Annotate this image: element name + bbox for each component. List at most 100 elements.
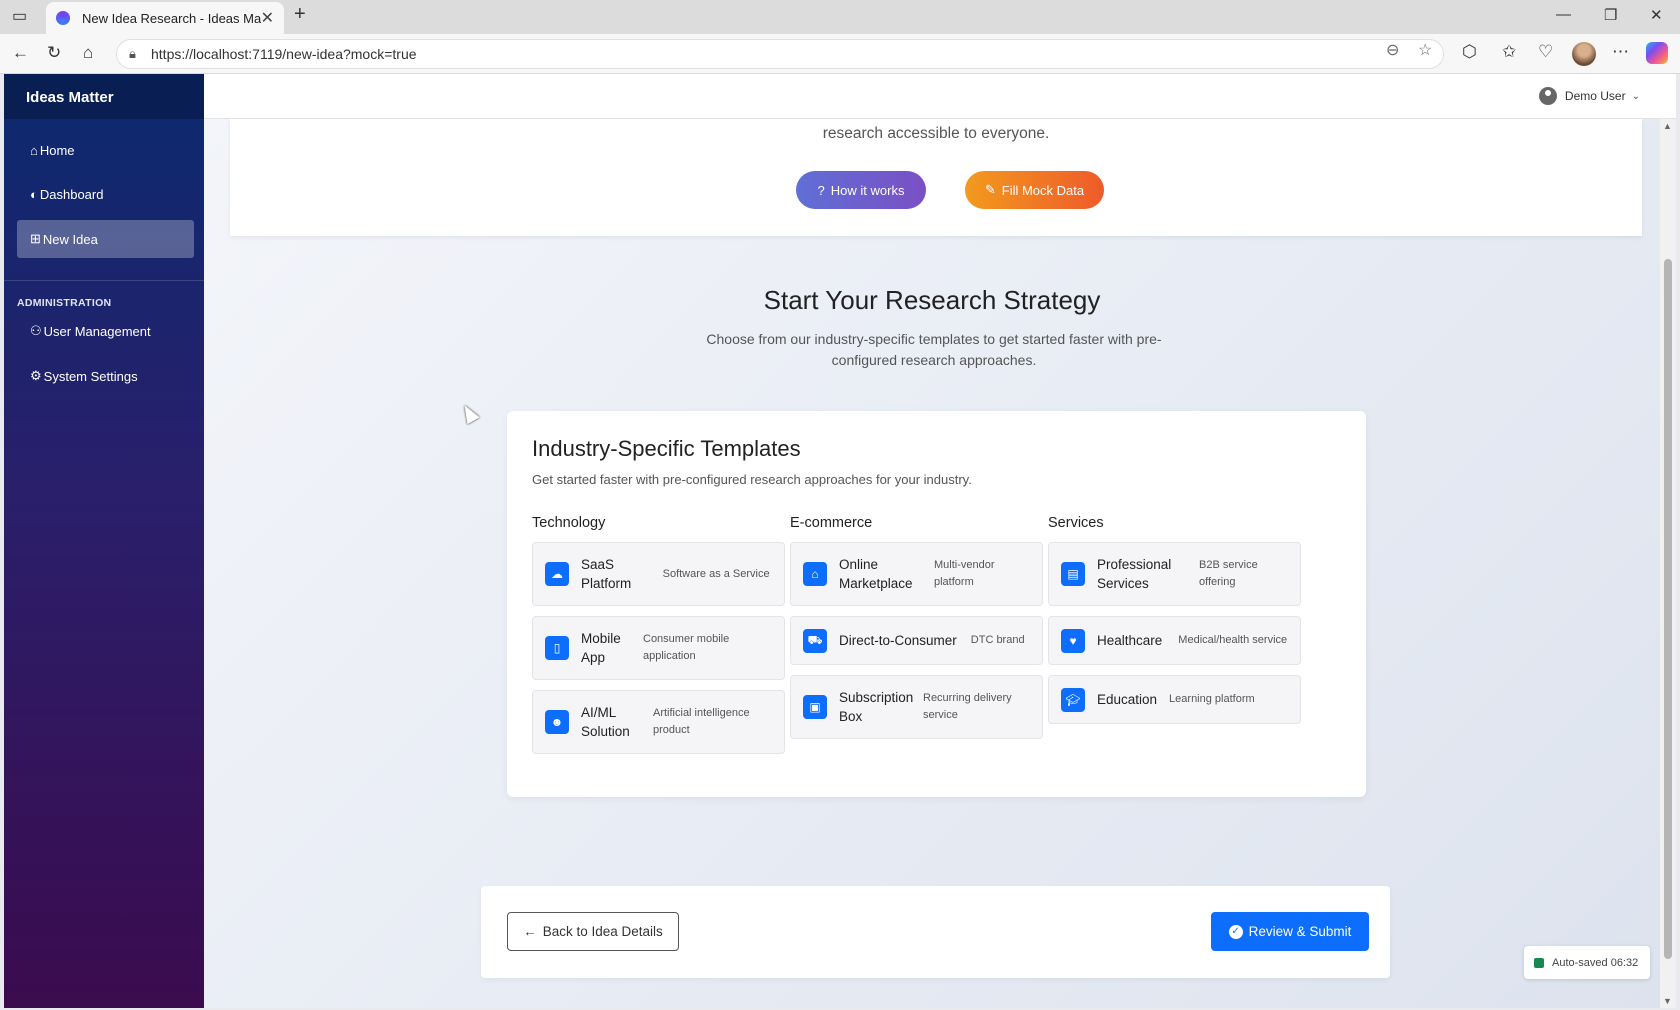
refresh-icon[interactable]: ↻: [47, 43, 61, 63]
template-column-ecommerce: E-commerce ⌂ Online Marketplace Multi-ve…: [790, 515, 1043, 739]
template-direct-to-consumer[interactable]: ⛟ Direct-to-Consumer DTC brand: [790, 616, 1043, 665]
sidebar-item-new-idea[interactable]: ⊞ New Idea: [17, 220, 194, 258]
template-desc: Software as a Service: [662, 567, 770, 580]
how-it-works-label: How it works: [830, 182, 905, 198]
template-ai-ml-solution[interactable]: ☻ AI/ML Solution Artificial intelligence…: [532, 690, 785, 754]
template-name: Mobile App: [581, 631, 621, 665]
store-icon: ⌂: [803, 562, 827, 586]
pencil-icon: ✎: [984, 182, 996, 197]
scroll-down-icon[interactable]: ▼: [1663, 996, 1672, 1006]
plus-square-icon: ⊞: [30, 231, 41, 246]
template-desc: Learning platform: [1169, 693, 1255, 705]
autosave-text: Auto-saved 06:32: [1552, 956, 1639, 969]
graduation-cap-icon: 🎓︎: [1061, 687, 1085, 712]
copilot-icon[interactable]: [1646, 42, 1668, 64]
new-tab-icon[interactable]: +: [294, 3, 306, 26]
column-title: E-commerce: [790, 515, 873, 531]
robot-icon: ☻: [545, 710, 569, 734]
column-title: Services: [1048, 515, 1104, 531]
sidebar-item-label: System Settings: [43, 368, 138, 384]
templates-title: Industry-Specific Templates: [532, 436, 801, 461]
fill-mock-data-label: Fill Mock Data: [1001, 182, 1085, 198]
autosave-indicator: Auto-saved 06:32: [1524, 946, 1650, 979]
template-subscription-box[interactable]: ▣ Subscription Box Recurring delivery se…: [790, 675, 1043, 739]
page-scrollbar[interactable]: ▲ ▼: [1660, 119, 1676, 1008]
users-icon: ⚇: [30, 323, 42, 338]
template-name: SaaS Platform: [581, 557, 632, 591]
question-circle-icon: ?: [817, 182, 825, 198]
favorites-icon[interactable]: ✩: [1502, 42, 1516, 62]
template-saas-platform[interactable]: ☁ SaaS Platform Software as a Service: [532, 542, 785, 606]
brand-title[interactable]: Ideas Matter: [4, 74, 204, 119]
zoom-icon[interactable]: ⊖: [1386, 40, 1399, 60]
template-name: Subscription Box: [839, 690, 914, 724]
sidebar-item-label: Dashboard: [39, 186, 104, 202]
template-online-marketplace[interactable]: ⌂ Online Marketplace Multi-vendor platfo…: [790, 542, 1043, 606]
hero-card: research accessible to everyone. ? How i…: [230, 119, 1642, 236]
sidebar-item-label: New Idea: [42, 231, 98, 247]
profile-avatar[interactable]: [1572, 42, 1596, 66]
main-content: research accessible to everyone. ? How i…: [204, 119, 1660, 1008]
gears-icon: ⚙: [30, 368, 42, 383]
submit-label: Review & Submit: [1248, 924, 1352, 939]
home-icon: ⌂: [30, 142, 38, 158]
extensions-icon[interactable]: ⬡: [1462, 42, 1477, 62]
palette-icon: ◐: [30, 186, 38, 202]
cart-icon: ⛟: [803, 628, 827, 653]
back-icon[interactable]: ←: [12, 43, 29, 63]
arrow-left-icon: ←: [523, 924, 537, 939]
fill-mock-data-button[interactable]: ✎ Fill Mock Data: [965, 171, 1104, 209]
box-icon: ▣: [803, 695, 827, 719]
sidebar-item-label: User Management: [43, 323, 151, 339]
browser-tab[interactable]: New Idea Research - Ideas Matter ✕: [46, 2, 284, 34]
url-host: https://localhost: [151, 46, 249, 62]
scroll-up-icon[interactable]: ▲: [1663, 121, 1672, 131]
tab-actions-icon[interactable]: ▭: [12, 6, 27, 26]
template-name: AI/ML Solution: [581, 705, 630, 739]
back-label: Back to Idea Details: [542, 924, 663, 939]
more-menu-icon[interactable]: ⋯: [1612, 42, 1629, 62]
health-icon[interactable]: ♡: [1538, 42, 1553, 62]
browser-tabbar: ▭ New Idea Research - Ideas Matter ✕ + —…: [0, 0, 1680, 34]
template-column-services: Services ▤ Professional Services B2B ser…: [1048, 515, 1301, 724]
favorite-star-icon[interactable]: ☆: [1418, 40, 1432, 60]
template-professional-services[interactable]: ▤ Professional Services B2B service offe…: [1048, 542, 1301, 606]
template-mobile-app[interactable]: ▯ Mobile App Consumer mobile application: [532, 616, 785, 680]
template-name: Professional Services: [1097, 557, 1172, 591]
templates-subtitle: Get started faster with pre-configured r…: [532, 472, 972, 487]
footer-actions-card: ← Back to Idea Details ✓ Review & Submit: [481, 886, 1390, 978]
sidebar-item-home[interactable]: ⌂ Home: [17, 131, 194, 169]
lock-icon: 🔒︎: [129, 46, 136, 61]
admin-section-label: ADMINISTRATION: [17, 297, 112, 309]
sidebar-item-user-management[interactable]: ⚇ User Management: [17, 312, 194, 350]
template-healthcare[interactable]: ♥ Healthcare Medical/health service: [1048, 616, 1301, 665]
hero-text: research accessible to everyone.: [822, 125, 1050, 142]
user-avatar-icon: [1538, 87, 1557, 105]
briefcase-icon: ▤: [1061, 562, 1085, 586]
cloud-icon: ☁: [545, 562, 569, 586]
scroll-thumb[interactable]: [1664, 259, 1672, 959]
close-window-icon[interactable]: ✕: [1650, 6, 1663, 24]
check-circle-icon: ✓: [1228, 924, 1243, 939]
maximize-icon[interactable]: ❐: [1604, 6, 1617, 24]
template-desc: Multi-vendor platform: [934, 559, 995, 588]
mobile-icon: ▯: [545, 636, 569, 660]
sidebar-item-dashboard[interactable]: ◐ Dashboard: [17, 175, 194, 213]
template-name: Education: [1097, 692, 1158, 707]
how-it-works-button[interactable]: ? How it works: [796, 171, 926, 209]
url-field[interactable]: 🔒︎ https://localhost:7119/new-idea?mock=…: [116, 39, 1444, 69]
address-bar: ← ↻ ⌂ 🔒︎ https://localhost:7119/new-idea…: [0, 34, 1680, 74]
template-desc: Artificial intelligence product: [653, 707, 750, 736]
user-name: Demo User: [1564, 89, 1626, 103]
review-submit-button[interactable]: ✓ Review & Submit: [1211, 912, 1369, 951]
user-menu[interactable]: Demo User ⌄: [1538, 87, 1640, 105]
sidebar-item-system-settings[interactable]: ⚙ System Settings: [17, 357, 194, 395]
back-to-idea-details-button[interactable]: ← Back to Idea Details: [507, 912, 679, 951]
heart-icon: ♥: [1061, 628, 1085, 653]
home-browser-icon[interactable]: ⌂: [83, 43, 93, 63]
template-education[interactable]: 🎓︎ Education Learning platform: [1048, 675, 1301, 724]
tab-close-icon[interactable]: ✕: [261, 8, 274, 28]
url-path: :7119/new-idea?mock=true: [248, 46, 417, 62]
template-desc: Consumer mobile application: [643, 633, 730, 662]
minimize-icon[interactable]: —: [1556, 6, 1571, 23]
